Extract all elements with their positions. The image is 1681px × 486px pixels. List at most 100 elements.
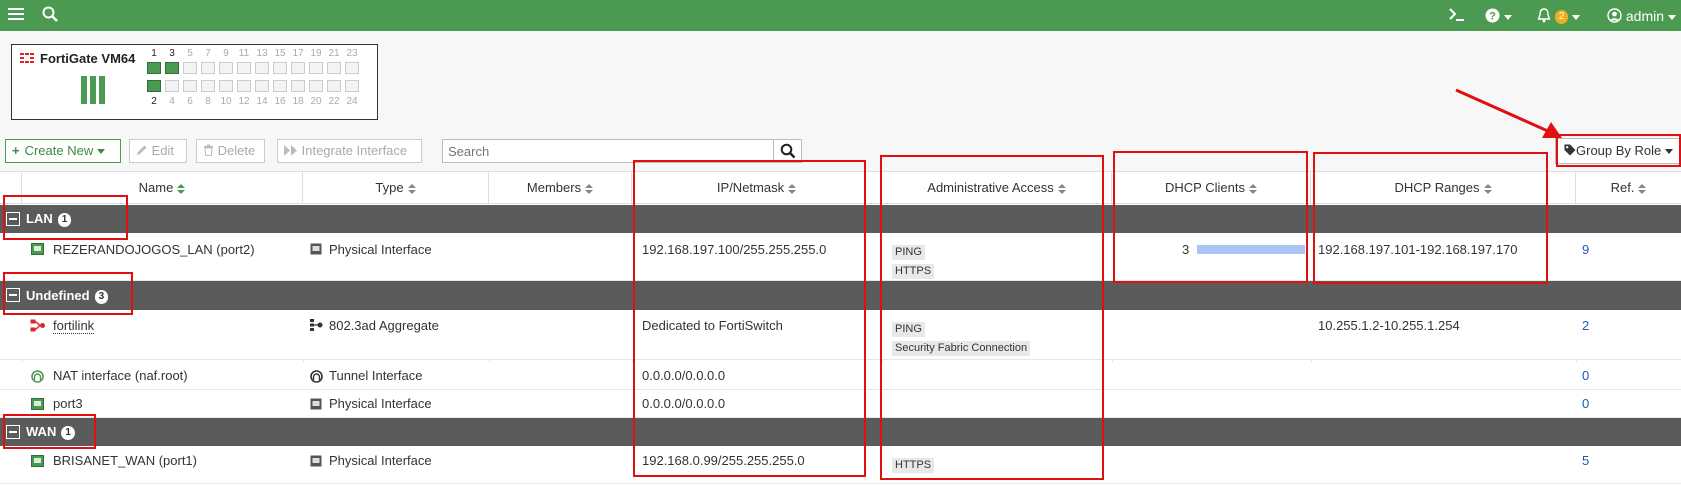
port-17-icon[interactable] [291,62,305,74]
column-header-ref[interactable]: Ref. [1576,172,1681,203]
interface-type: Tunnel Interface [329,368,423,383]
port-7-icon[interactable] [201,62,215,74]
sort-icon [1057,183,1066,194]
create-new-button[interactable]: + Create New [5,139,121,163]
dhcp-clients-bar [1197,245,1305,254]
port-number-label: 22 [328,96,340,107]
port-4-icon[interactable] [165,80,179,92]
dhcp-ranges: 192.168.197.101-192.168.197.170 [1318,242,1518,257]
column-header-ip-netmask[interactable]: IP/Netmask [632,172,882,203]
port-5-icon[interactable] [183,62,197,74]
port-number-label: 3 [169,48,175,59]
group-row-wan[interactable]: WAN 1 [0,418,1681,446]
sort-icon [788,183,797,194]
column-header-type[interactable]: Type [303,172,489,203]
group-row-undefined[interactable]: Undefined 3 [0,281,1681,310]
ref-count-link[interactable]: 9 [1582,242,1589,257]
group-count-badge: 1 [57,213,72,227]
column-header-members[interactable]: Members [489,172,632,203]
table-row[interactable]: NAT interface (naf.root) Tunnel Interfac… [0,362,1681,390]
search-input[interactable] [443,140,773,162]
port-14-icon[interactable] [255,80,269,92]
interface-name[interactable]: BRISANET_WAN (port1) [53,453,197,468]
top-navigation-bar: ? 2 admin [0,0,1681,31]
group-row-lan[interactable]: LAN 1 [0,205,1681,233]
access-tag-label: PING [892,245,925,260]
ip-netmask: 192.168.0.99/255.255.255.0 [642,453,805,468]
port-number-label: 20 [310,96,322,107]
group-by-role-dropdown[interactable]: Group By Role [1555,138,1681,164]
column-header-administrative-access[interactable]: Administrative Access [882,172,1112,203]
cli-console-icon[interactable] [1448,6,1466,26]
port-1-icon[interactable] [147,62,161,74]
interface-name[interactable]: NAT interface (naf.root) [53,368,188,383]
notifications-menu[interactable]: 2 [1537,6,1581,26]
delete-button[interactable]: Delete [196,139,265,163]
port-2-icon[interactable] [147,80,161,92]
port-19-icon[interactable] [309,62,323,74]
port-number-label: 1 [151,48,157,59]
search-icon[interactable] [42,6,58,26]
group-name: WAN [26,424,57,439]
port-13-icon[interactable] [255,62,269,74]
port-number-label: 24 [346,96,358,107]
table-row[interactable]: REZERANDOJOGOS_LAN (port2) Physical Inte… [0,233,1681,281]
ip-netmask: Dedicated to FortiSwitch [642,318,783,333]
collapse-icon[interactable] [6,425,20,439]
port-15-icon[interactable] [273,62,287,74]
ref-count-link[interactable]: 0 [1582,368,1589,383]
table-row[interactable]: BRISANET_WAN (port1) Physical Interface … [0,446,1681,484]
search-submit-button[interactable] [773,140,801,162]
port-8-icon[interactable] [201,80,215,92]
port-number-label: 8 [205,96,211,107]
column-header-name[interactable]: Name [22,172,303,203]
port-12-icon[interactable] [237,80,251,92]
sort-icon [407,183,416,194]
port-number-label: 4 [169,96,175,107]
port-16-icon[interactable] [273,80,287,92]
ref-count-link[interactable]: 2 [1582,318,1589,333]
port-3-icon[interactable] [165,62,179,74]
edit-button[interactable]: Edit [129,139,187,163]
column-label: Ref. [1610,180,1635,195]
port-18-icon[interactable] [291,80,305,92]
column-header-dhcp-clients[interactable]: DHCP Clients [1112,172,1311,203]
port-number-label: 18 [292,96,304,107]
aggregate-link-icon [30,319,46,335]
interface-name[interactable]: REZERANDOJOGOS_LAN (port2) [53,242,255,257]
interface-type: 802.3ad Aggregate [329,318,439,333]
ref-count-link[interactable]: 0 [1582,396,1589,411]
port-number-label: 23 [346,48,358,59]
port-6-icon[interactable] [183,80,197,92]
port-number-label: 9 [223,48,229,59]
access-tag: HTTPS [892,456,935,473]
port-23-icon[interactable] [345,62,359,74]
interface-name[interactable]: port3 [53,396,83,411]
user-menu[interactable]: admin [1607,6,1677,26]
sort-icon [1248,183,1257,194]
help-menu[interactable]: ? [1485,6,1512,26]
collapse-icon[interactable] [6,288,20,302]
ref-count-link[interactable]: 5 [1582,453,1589,468]
port-9-icon[interactable] [219,62,233,74]
table-row[interactable]: fortilink 802.3ad Aggregate Dedicated to… [0,310,1681,360]
device-model-name: FortiGate VM64 [40,51,136,66]
bell-icon [1537,8,1551,24]
menu-icon[interactable] [8,6,24,26]
port-24-icon[interactable] [345,80,359,92]
collapse-icon[interactable] [6,212,20,226]
column-label: DHCP Ranges [1394,180,1480,195]
port-10-icon[interactable] [219,80,233,92]
port-11-icon[interactable] [237,62,251,74]
ethernet-port-icon [31,398,44,413]
port-21-icon[interactable] [327,62,341,74]
port-20-icon[interactable] [309,80,323,92]
port-number-label: 21 [328,48,340,59]
table-row[interactable]: port3 Physical Interface 0.0.0.0/0.0.0.0… [0,390,1681,418]
port-22-icon[interactable] [327,80,341,92]
interface-name[interactable]: fortilink [53,318,95,334]
access-tag-label: HTTPS [892,264,935,279]
column-header-dhcp-ranges[interactable]: DHCP Ranges [1311,172,1576,203]
integrate-interface-button[interactable]: Integrate Interface [277,139,422,163]
chevron-down-icon [1572,14,1581,20]
